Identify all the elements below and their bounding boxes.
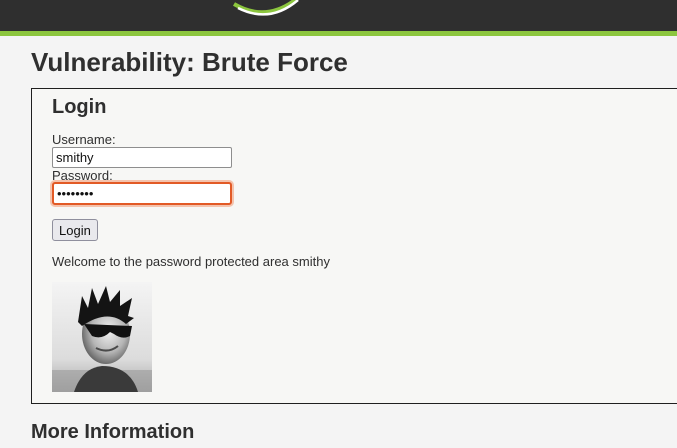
username-input[interactable] [52,147,232,168]
more-information-heading: More Information [31,421,195,443]
username-label: Username: [52,132,116,147]
user-avatar-image [52,282,152,392]
logo-icon [232,0,299,16]
header-accent-stripe [0,31,677,36]
welcome-message: Welcome to the password protected area s… [52,254,330,269]
login-panel: Login Username: Password: Login Welcome … [31,88,677,404]
page-title: Vulnerability: Brute Force [31,47,348,77]
top-header-bar [0,0,677,32]
login-heading: Login [52,96,107,118]
password-input[interactable] [52,182,232,205]
login-button[interactable]: Login [52,219,98,241]
password-label: Password: [52,168,113,183]
